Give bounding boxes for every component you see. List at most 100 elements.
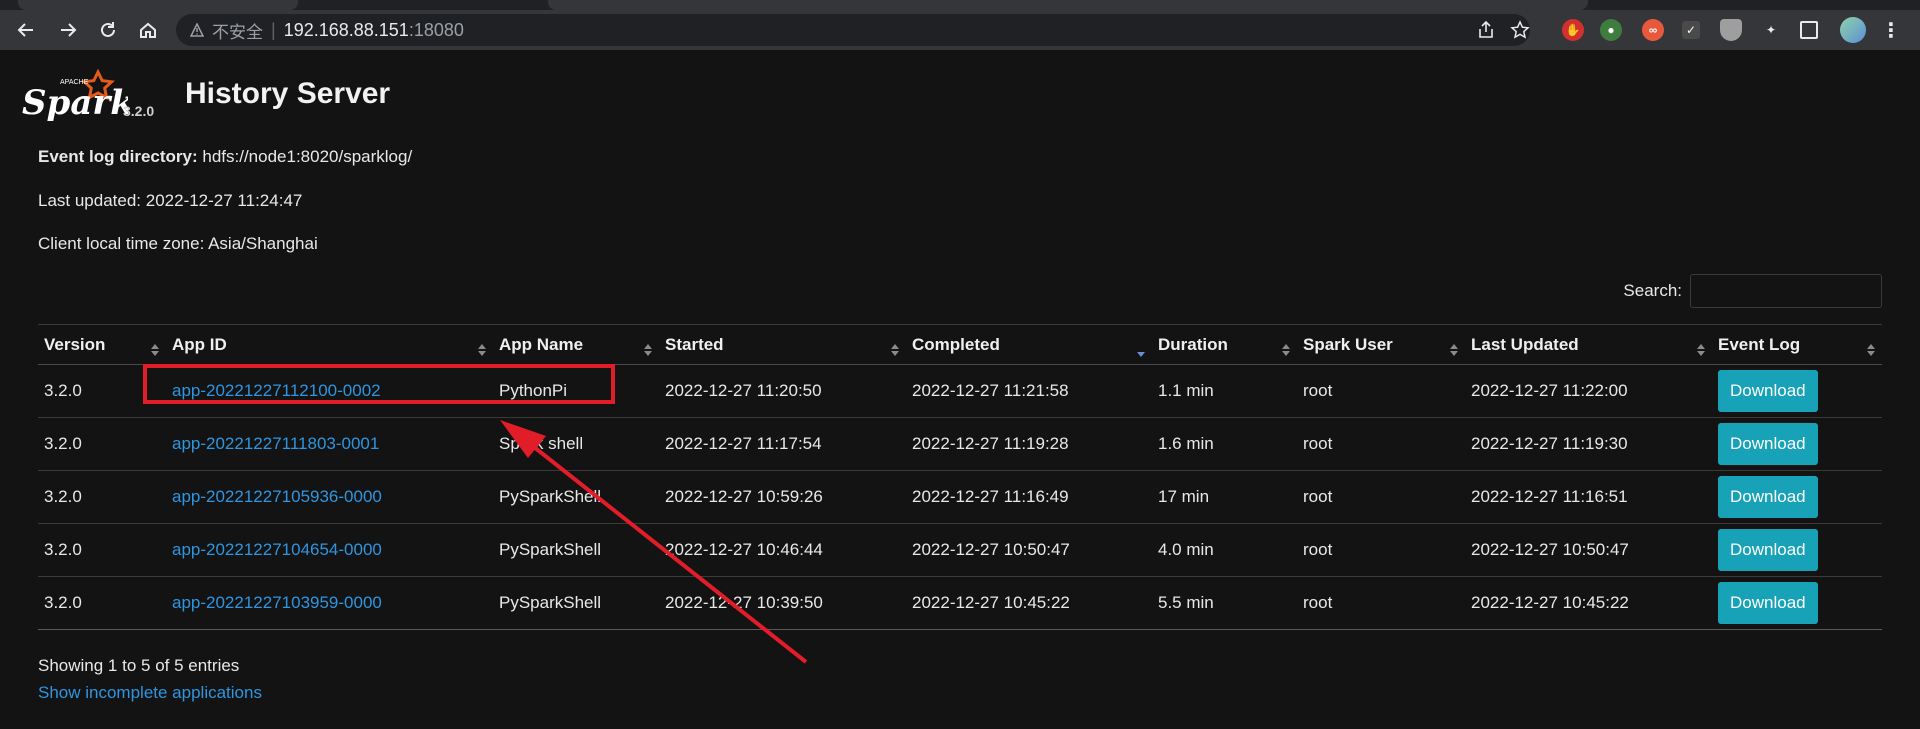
cell-duration: 5.5 min [1152, 576, 1297, 630]
reload-icon [101, 22, 115, 37]
cell-app-name: PySparkShell [493, 576, 659, 630]
cell-app-id: app-20221227103959-0000 [166, 576, 493, 630]
bookmark-star-icon[interactable] [1510, 20, 1530, 40]
cell-started: 2022-12-27 10:46:44 [659, 523, 906, 577]
sort-icon [891, 344, 899, 356]
column-header-completed[interactable]: Completed [906, 324, 1152, 365]
column-header-started[interactable]: Started [659, 324, 906, 365]
cell-app-name: Spark shell [493, 417, 659, 471]
cell-text: PySparkShell [499, 593, 602, 612]
cell-duration: 1.6 min [1152, 417, 1297, 471]
cell-last-updated: 2022-12-27 11:16:51 [1465, 470, 1712, 524]
spark-logo[interactable]: Spark APACHE [18, 68, 134, 123]
shield-extension-icon[interactable] [1720, 19, 1742, 41]
cell-user: root [1297, 470, 1465, 524]
cell-text: 1.1 min [1158, 381, 1214, 400]
cell-text: 3.2.0 [44, 434, 82, 453]
cell-text: 1.6 min [1158, 434, 1214, 453]
download-button[interactable]: Download [1718, 423, 1818, 465]
cell-text: PySparkShell [499, 487, 602, 506]
cell-started: 2022-12-27 11:20:50 [659, 364, 906, 418]
menu-kebab-icon[interactable]: ⋮ [1880, 19, 1902, 42]
download-button[interactable]: Download [1718, 370, 1818, 412]
checkbox-extension-icon[interactable]: ✓ [1682, 21, 1700, 39]
cell-text: 2022-12-27 10:50:47 [1471, 540, 1629, 559]
puzzle-extensions-icon[interactable]: ✦ [1760, 19, 1782, 41]
sort-descending-icon [1137, 352, 1145, 357]
column-header-app-name[interactable]: App Name [493, 324, 659, 365]
column-header-label: Spark User [1303, 334, 1393, 354]
cell-text: root [1303, 434, 1333, 453]
cell-version: 3.2.0 [38, 523, 166, 577]
home-button[interactable] [134, 16, 162, 44]
column-header-spark-user[interactable]: Spark User [1297, 324, 1465, 365]
infinity-extension-icon[interactable]: ∞ [1642, 19, 1664, 41]
cell-text: 2022-12-27 11:21:58 [912, 381, 1069, 400]
cell-text: 2022-12-27 10:45:22 [1471, 593, 1629, 612]
download-button[interactable]: Download [1718, 476, 1818, 518]
cell-text: 2022-12-27 11:17:54 [665, 434, 822, 453]
download-button[interactable]: Download [1718, 529, 1818, 571]
arrow-right-icon [61, 23, 77, 37]
reload-button[interactable] [94, 16, 122, 44]
cell-text: 2022-12-27 10:46:44 [665, 540, 823, 559]
cell-completed: 2022-12-27 11:19:28 [906, 417, 1152, 471]
app-id-link[interactable]: app-20221227104654-0000 [172, 540, 382, 559]
cell-text: 3.2.0 [44, 593, 82, 612]
cell-text: 2022-12-27 11:20:50 [665, 381, 822, 400]
translate-extension-icon[interactable]: ● [1600, 19, 1622, 41]
forward-button[interactable] [54, 16, 82, 44]
last-updated-text: Last updated: 2022-12-27 11:24:47 [38, 191, 303, 210]
table-row: 3.2.0 app-20221227112100-0002 PythonPi 2022… [38, 364, 1882, 418]
cell-user: root [1297, 523, 1465, 577]
cell-version: 3.2.0 [38, 417, 166, 471]
event-log-directory: Event log directory: hdfs://node1:8020/s… [38, 147, 412, 167]
app-id-link[interactable]: app-20221227105936-0000 [172, 487, 382, 506]
app-id-link[interactable]: app-20221227111803-0001 [172, 434, 379, 453]
cell-text: 2022-12-27 10:50:47 [912, 540, 1070, 559]
show-incomplete-link[interactable]: Show incomplete applications [38, 683, 262, 703]
cell-text: root [1303, 487, 1333, 506]
spark-logo-icon: Spark APACHE [22, 68, 134, 123]
column-header-label: Completed [912, 334, 1000, 354]
browser-toolbar: 不安全 | 192.168.88.151 :18080 ✋ ● ∞ ✓ ✦ ⋮ [0, 10, 1920, 50]
cell-text: 17 min [1158, 487, 1210, 506]
cell-text: 3.2.0 [44, 540, 82, 559]
cell-version: 3.2.0 [38, 576, 166, 630]
app-id-link[interactable]: app-20221227112100-0002 [172, 381, 381, 400]
table-body: 3.2.0 app-20221227112100-0002 PythonPi 2022… [38, 364, 1882, 630]
browser-tab[interactable] [18, 0, 298, 10]
side-panel-icon[interactable] [1800, 21, 1818, 39]
cell-text: PythonPi [499, 381, 568, 400]
cell-user: root [1297, 417, 1465, 471]
adblock-extension-icon[interactable]: ✋ [1562, 19, 1584, 41]
share-icon[interactable] [1476, 20, 1496, 40]
cell-duration: 1.1 min [1152, 364, 1297, 418]
search-input[interactable] [1690, 274, 1882, 308]
browser-tab-strip [0, 0, 1920, 10]
app-id-link[interactable]: app-20221227103959-0000 [172, 593, 382, 612]
home-icon [140, 22, 156, 38]
cell-started: 2022-12-27 10:39:50 [659, 576, 906, 630]
column-header-app-id[interactable]: App ID [166, 324, 493, 365]
table-header-row: Version App ID App Name Started Completed Dur… [38, 324, 1882, 365]
cell-text: 2022-12-27 11:19:28 [912, 434, 1069, 453]
browser-tab-active[interactable] [548, 0, 1588, 10]
download-button[interactable]: Download [1718, 582, 1818, 624]
cell-text: 2022-12-27 10:39:50 [665, 593, 823, 612]
cell-app-id: app-20221227105936-0000 [166, 470, 493, 524]
column-header-last-updated[interactable]: Last Updated [1465, 324, 1712, 365]
cell-completed: 2022-12-27 10:50:47 [906, 523, 1152, 577]
cell-text: root [1303, 540, 1333, 559]
column-header-duration[interactable]: Duration [1152, 324, 1297, 365]
sort-icon [1450, 344, 1458, 356]
profile-avatar[interactable] [1840, 17, 1866, 43]
back-button[interactable] [12, 16, 40, 44]
column-header-label: App Name [499, 334, 584, 354]
cell-last-updated: 2022-12-27 11:22:00 [1465, 364, 1712, 418]
address-bar[interactable]: 不安全 | 192.168.88.151 :18080 [176, 14, 1530, 46]
column-header-event-log[interactable]: Event Log [1712, 324, 1882, 365]
column-header-version[interactable]: Version [38, 324, 166, 365]
column-header-label: Started [665, 334, 724, 354]
sort-icon [151, 344, 159, 356]
